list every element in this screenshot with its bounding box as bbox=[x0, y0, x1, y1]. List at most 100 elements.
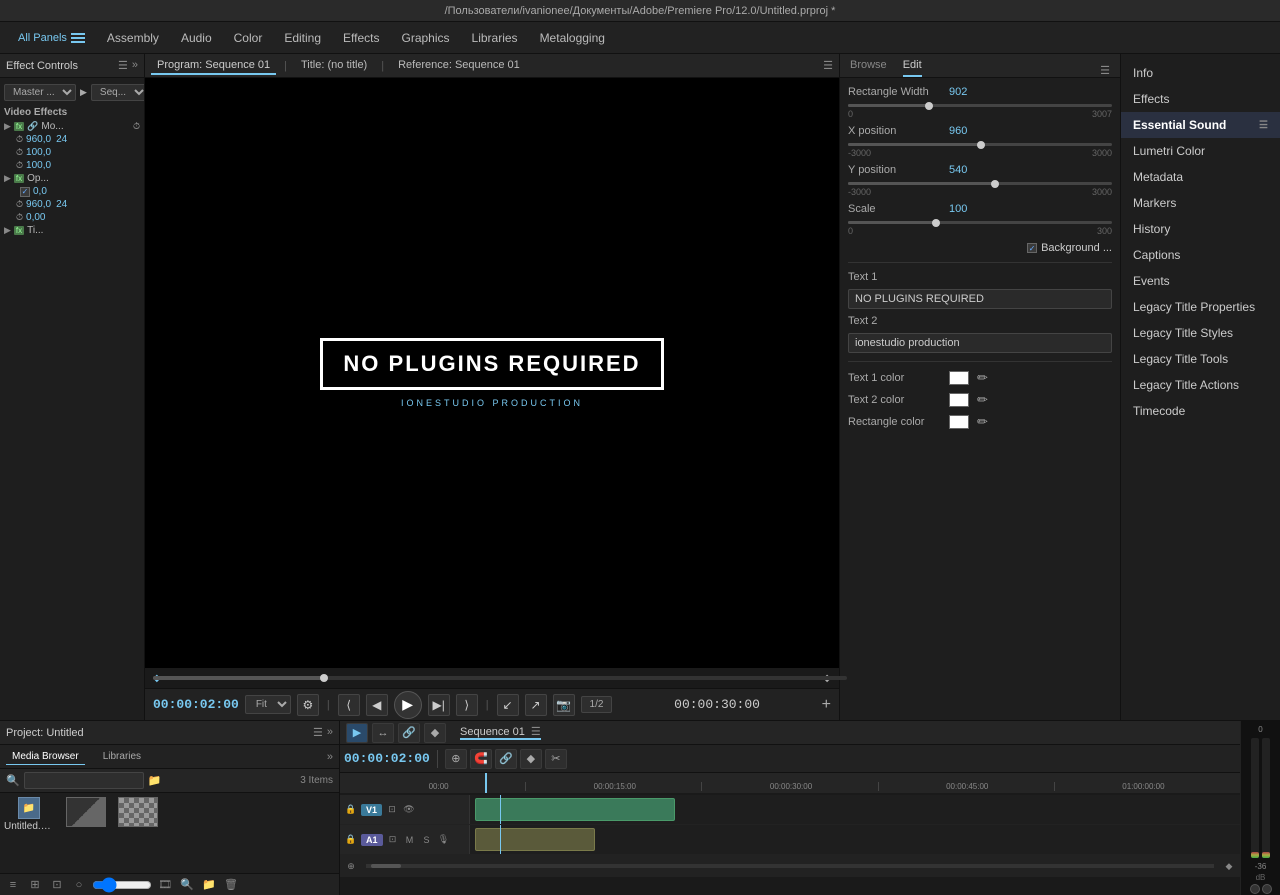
loop-in-button[interactable]: ↙ bbox=[497, 694, 519, 716]
grid-view-icon[interactable]: ⊞ bbox=[26, 876, 44, 894]
project-expand-icon[interactable]: » bbox=[327, 726, 333, 739]
mark-in-button[interactable]: ⟨ bbox=[338, 694, 360, 716]
anchor-stopwatch[interactable]: ⏱ bbox=[16, 199, 23, 210]
scale-thumb[interactable] bbox=[932, 219, 940, 227]
sidebar-item-legacy-title-props[interactable]: Legacy Title Properties bbox=[1121, 294, 1280, 320]
project-search-input[interactable] bbox=[24, 772, 144, 789]
effect-checkbox[interactable]: ✓ bbox=[20, 187, 30, 197]
a1-mute-icon[interactable]: M bbox=[403, 833, 417, 847]
menu-icon-small[interactable]: ☰ bbox=[1259, 120, 1268, 131]
scale-prop-value[interactable]: 100 bbox=[949, 203, 967, 215]
x-pos-thumb[interactable] bbox=[977, 141, 985, 149]
seq-linked-sel[interactable]: 🔗 bbox=[495, 749, 517, 769]
project-sequence-item[interactable] bbox=[66, 797, 106, 827]
pos-y-stopwatch[interactable]: ⏱ bbox=[16, 147, 23, 158]
nav-assembly[interactable]: Assembly bbox=[97, 27, 169, 49]
loop-out-button[interactable]: ↗ bbox=[525, 694, 547, 716]
y-pos-value[interactable]: 540 bbox=[949, 164, 967, 176]
all-panels-button[interactable]: All Panels bbox=[8, 28, 95, 48]
monitor-scrub[interactable]: ◆ ◆ bbox=[145, 668, 839, 688]
rect-width-slider[interactable]: 0 3007 bbox=[848, 104, 1112, 119]
v1-eye-icon[interactable]: 👁 bbox=[402, 803, 416, 817]
master-dropdown[interactable]: Master ... bbox=[4, 84, 76, 101]
timeline-scroll-bar[interactable] bbox=[366, 864, 1214, 868]
scroll-thumb[interactable] bbox=[371, 864, 401, 868]
proj-tab-libraries[interactable]: Libraries bbox=[97, 749, 147, 764]
nav-effects[interactable]: Effects bbox=[333, 27, 389, 49]
text1-eyedropper[interactable]: ✏ bbox=[975, 370, 990, 386]
sidebar-item-captions[interactable]: Captions bbox=[1121, 242, 1280, 268]
v1-source-icon[interactable]: ⊡ bbox=[385, 803, 399, 817]
new-folder-icon[interactable]: 📁 bbox=[148, 774, 162, 787]
seq-marker-tool[interactable]: ◆ bbox=[520, 749, 542, 769]
rect-width-thumb[interactable] bbox=[925, 102, 933, 110]
text2-input[interactable] bbox=[848, 333, 1112, 353]
nav-metalogging[interactable]: Metalogging bbox=[530, 27, 615, 49]
nav-editing[interactable]: Editing bbox=[274, 27, 331, 49]
y-pos-slider[interactable]: -3000 3000 bbox=[848, 182, 1112, 197]
nav-graphics[interactable]: Graphics bbox=[392, 27, 460, 49]
sidebar-item-markers[interactable]: Markers bbox=[1121, 190, 1280, 216]
text1-input[interactable] bbox=[848, 289, 1112, 309]
zoom-slider[interactable] bbox=[92, 881, 152, 889]
seq-selection-tool[interactable]: ▶ bbox=[346, 723, 368, 743]
step-back-button[interactable]: ◀ bbox=[366, 694, 388, 716]
meter-ctrl-1[interactable] bbox=[1250, 884, 1260, 894]
y-pos-thumb[interactable] bbox=[991, 180, 999, 188]
seq-link-tool[interactable]: 🔗 bbox=[398, 723, 420, 743]
rect-width-value[interactable]: 902 bbox=[949, 86, 967, 98]
a1-solo-icon[interactable]: S bbox=[420, 833, 434, 847]
seq-add-track[interactable]: ⊕ bbox=[445, 749, 467, 769]
x-pos-value[interactable]: 960 bbox=[949, 125, 967, 137]
tab-program[interactable]: Program: Sequence 01 bbox=[151, 57, 276, 75]
a1-track-area[interactable] bbox=[470, 825, 1240, 854]
pos-x-stopwatch[interactable]: ⏱ bbox=[16, 134, 23, 145]
sidebar-item-timecode[interactable]: Timecode bbox=[1121, 398, 1280, 424]
v1-clip[interactable] bbox=[475, 798, 675, 821]
sequence-tab[interactable]: Sequence 01 ☰ bbox=[460, 725, 541, 740]
nav-libraries[interactable]: Libraries bbox=[462, 27, 528, 49]
tab-title[interactable]: Title: (no title) bbox=[295, 57, 373, 75]
seq-timecode[interactable]: 00:00:02:00 bbox=[344, 751, 430, 766]
seq-razor-tool[interactable]: ✂ bbox=[545, 749, 567, 769]
panel-expand-icon[interactable]: » bbox=[132, 59, 138, 72]
project-item-prproj[interactable]: 📁 Untitled.prproj bbox=[4, 797, 54, 832]
seq-ripple-tool[interactable]: ↔ bbox=[372, 723, 394, 743]
nav-color[interactable]: Color bbox=[224, 27, 273, 49]
text2-eyedropper[interactable]: ✏ bbox=[975, 392, 990, 408]
add-track-btn[interactable]: ⊕ bbox=[344, 859, 358, 873]
nav-audio[interactable]: Audio bbox=[171, 27, 222, 49]
rotation-value[interactable]: 0,0 bbox=[33, 186, 47, 197]
graphics-menu-icon[interactable]: ☰ bbox=[1100, 64, 1110, 77]
add-button[interactable]: + bbox=[822, 696, 831, 714]
auto-match-icon[interactable]: ○ bbox=[70, 876, 88, 894]
meter-ctrl-2[interactable] bbox=[1262, 884, 1272, 894]
project-menu-icon[interactable]: ☰ bbox=[313, 726, 323, 739]
film-icon[interactable]: 🎞 bbox=[156, 876, 174, 894]
sidebar-item-lumetri[interactable]: Lumetri Color bbox=[1121, 138, 1280, 164]
anchor-x[interactable]: 960,0 bbox=[26, 199, 51, 210]
rect-color-swatch[interactable] bbox=[949, 415, 969, 429]
seq-snap[interactable]: 🧲 bbox=[470, 749, 492, 769]
trash-icon[interactable]: 🗑 bbox=[222, 876, 240, 894]
browse-tab[interactable]: Browse bbox=[850, 57, 887, 77]
sidebar-item-effects[interactable]: Effects bbox=[1121, 86, 1280, 112]
edit-tab[interactable]: Edit bbox=[903, 57, 922, 77]
scrub-thumb[interactable] bbox=[320, 674, 328, 682]
tab-reference[interactable]: Reference: Sequence 01 bbox=[392, 57, 526, 75]
folder-icon-bottom[interactable]: 📁 bbox=[200, 876, 218, 894]
step-forward-button[interactable]: ▶| bbox=[428, 694, 450, 716]
scale-value[interactable]: 100,0 bbox=[26, 160, 51, 171]
a1-source-icon[interactable]: ⊡ bbox=[386, 833, 400, 847]
a1-mic-icon[interactable]: 🎙 bbox=[437, 833, 451, 847]
sidebar-item-legacy-title-tools[interactable]: Legacy Title Tools bbox=[1121, 346, 1280, 372]
sidebar-item-legacy-title-actions[interactable]: Legacy Title Actions bbox=[1121, 372, 1280, 398]
anchor-y[interactable]: 0,00 bbox=[26, 212, 45, 223]
sequence-menu[interactable]: ☰ bbox=[531, 725, 541, 738]
sidebar-item-metadata[interactable]: Metadata bbox=[1121, 164, 1280, 190]
freeform-icon[interactable]: ⊡ bbox=[48, 876, 66, 894]
timeline-end-btn[interactable]: ◆ bbox=[1222, 859, 1236, 873]
sidebar-item-legacy-title-styles[interactable]: Legacy Title Styles bbox=[1121, 320, 1280, 346]
sidebar-item-events[interactable]: Events bbox=[1121, 268, 1280, 294]
scrub-bar[interactable] bbox=[153, 676, 847, 680]
